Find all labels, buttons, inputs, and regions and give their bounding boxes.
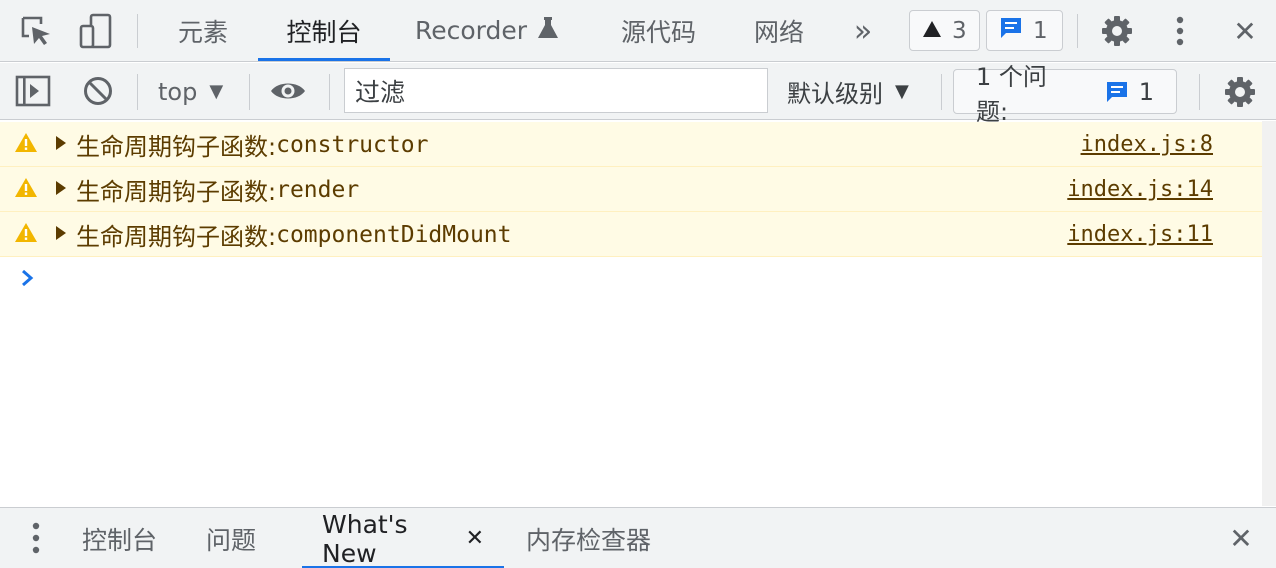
close-tab-icon[interactable]: ✕ <box>466 526 484 551</box>
toolbar-divider <box>137 74 138 110</box>
close-icon: ✕ <box>1233 14 1257 48</box>
message-icon <box>999 16 1023 46</box>
warning-triangle-icon <box>922 18 942 44</box>
dropdown-arrow-icon: ▼ <box>895 81 909 102</box>
console-warning-message[interactable]: 生命周期钩子函数: render index.js:14 <box>0 167 1276 212</box>
close-drawer-button[interactable]: ✕ <box>1222 520 1260 556</box>
console-scrollbar[interactable] <box>1262 121 1276 506</box>
close-devtools-button[interactable]: ✕ <box>1227 13 1263 49</box>
message-text: 生命周期钩子函数: constructor <box>76 122 428 167</box>
message-prefix: 生命周期钩子函数: <box>76 133 277 161</box>
message-count: 1 <box>1033 17 1048 44</box>
show-sidebar-icon[interactable] <box>14 74 52 108</box>
double-chevron-icon: » <box>853 13 873 49</box>
console-settings-gear-icon[interactable] <box>1222 74 1258 110</box>
console-warning-message[interactable]: 生命周期钩子函数: constructor index.js:8 <box>0 122 1276 167</box>
console-prompt-chevron-icon[interactable] <box>18 266 38 290</box>
expand-triangle-icon[interactable] <box>56 136 66 150</box>
tab-recorder[interactable]: Recorder <box>397 0 577 61</box>
tab-label: 网络 <box>754 17 805 47</box>
toolbar-divider <box>1077 14 1078 48</box>
device-toolbar-icon[interactable] <box>78 12 114 50</box>
tab-label: 控制台 <box>286 17 362 47</box>
context-selector[interactable]: top ▼ <box>158 63 223 120</box>
console-toolbar: top ▼ 过滤 默认级别 ▼ 1 个问题: 1 <box>0 63 1276 126</box>
toolbar-divider <box>1199 74 1200 110</box>
tab-elements[interactable]: 元素 <box>160 0 246 61</box>
live-expression-eye-icon[interactable] <box>268 74 308 108</box>
source-link[interactable]: index.js:11 <box>1067 212 1213 257</box>
issues-label: 1 个问题: <box>976 62 1047 126</box>
tab-label: 内存检查器 <box>526 525 652 555</box>
toolbar-divider <box>249 74 250 110</box>
console-warning-message[interactable]: 生命周期钩子函数: componentDidMount index.js:11 <box>0 212 1276 257</box>
warning-icon <box>15 178 37 197</box>
expand-triangle-icon[interactable] <box>56 181 66 195</box>
inspect-element-icon[interactable] <box>18 14 54 48</box>
message-code: constructor <box>276 131 429 158</box>
message-code: componentDidMount <box>276 221 512 248</box>
message-text: 生命周期钩子函数: render <box>76 167 359 212</box>
issues-counter-button[interactable]: 1 个问题: 1 <box>953 63 1177 126</box>
expand-triangle-icon[interactable] <box>56 226 66 240</box>
message-prefix: 生命周期钩子函数: <box>76 223 277 251</box>
bottom-drawer-tabbar: 控制台 问题 What's New ✕ 内存检查器 ✕ <box>0 507 1276 568</box>
issues-count: 1 <box>1138 77 1154 106</box>
filter-input[interactable]: 过滤 <box>344 68 768 113</box>
settings-gear-icon[interactable] <box>1099 13 1135 49</box>
message-prefix: 生命周期钩子函数: <box>76 178 277 206</box>
warning-count: 3 <box>952 17 967 44</box>
flask-icon <box>537 16 559 46</box>
tab-label: 元素 <box>178 17 229 47</box>
tab-label: 源代码 <box>621 17 697 47</box>
tab-label: 控制台 <box>82 525 158 555</box>
tab-label: Recorder <box>415 16 528 45</box>
more-options-icon[interactable] <box>1164 13 1196 49</box>
message-text: 生命周期钩子函数: componentDidMount <box>76 212 512 257</box>
warning-icon <box>15 133 37 152</box>
source-link[interactable]: index.js:8 <box>1081 122 1213 167</box>
warning-icon <box>15 223 37 242</box>
dropdown-arrow-icon: ▼ <box>209 81 224 102</box>
tab-console[interactable]: 控制台 <box>258 0 390 61</box>
drawer-tab-whats-new[interactable]: What's New ✕ <box>302 508 504 568</box>
levels-label: 默认级别 <box>787 80 883 108</box>
warnings-counter-button[interactable]: 3 <box>909 10 980 51</box>
more-tabs-button[interactable]: » <box>846 13 880 49</box>
filter-placeholder: 过滤 <box>355 77 406 107</box>
source-link[interactable]: index.js:14 <box>1067 167 1213 212</box>
messages-counter-button[interactable]: 1 <box>986 10 1063 51</box>
drawer-tab-console[interactable]: 控制台 <box>62 508 177 568</box>
tab-sources[interactable]: 源代码 <box>603 0 714 61</box>
drawer-menu-icon[interactable] <box>22 520 50 556</box>
log-levels-dropdown[interactable]: 默认级别 ▼ <box>787 63 909 120</box>
tab-label: 问题 <box>206 525 257 555</box>
toolbar-divider <box>137 14 138 48</box>
drawer-tab-memory-inspector[interactable]: 内存检查器 <box>506 508 671 568</box>
context-label: top <box>158 77 198 106</box>
close-icon: ✕ <box>1229 521 1253 555</box>
message-icon <box>1105 80 1129 104</box>
clear-console-icon[interactable] <box>80 74 116 108</box>
devtools-main-tabbar: 元素 控制台 Recorder 源代码 网络 » 3 1 ✕ <box>0 0 1276 62</box>
toolbar-divider <box>941 74 942 110</box>
tab-label: What's New <box>322 509 408 568</box>
message-code: render <box>276 176 360 203</box>
toolbar-divider <box>329 74 330 110</box>
drawer-tab-issues[interactable]: 问题 <box>186 508 276 568</box>
tab-network[interactable]: 网络 <box>736 0 822 61</box>
